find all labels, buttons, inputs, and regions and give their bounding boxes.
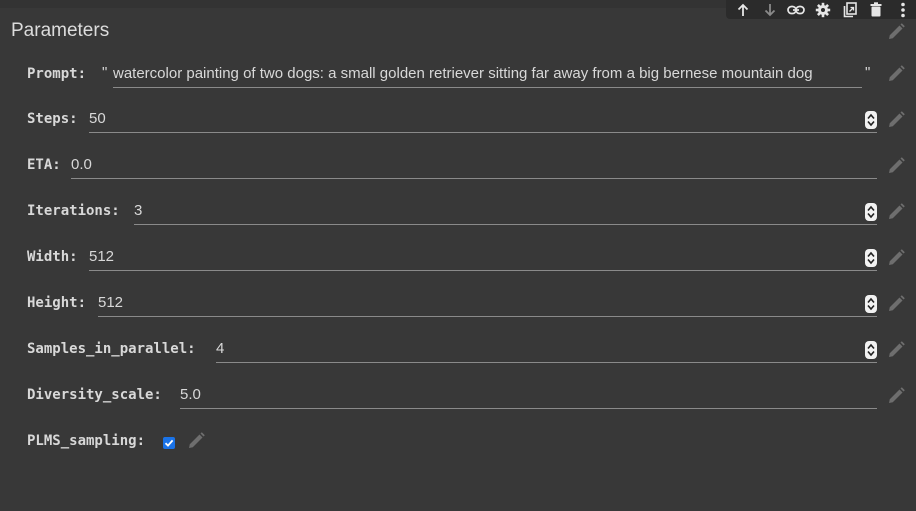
stepper-arrows-icon [867, 343, 875, 357]
iterations-field: Iterations: 3 [27, 198, 877, 226]
trash-icon [870, 2, 882, 17]
prompt-field: Prompt: " watercolor painting of two dog… [27, 61, 877, 89]
pencil-icon [889, 203, 905, 219]
arrow-down-icon [764, 3, 775, 16]
steps-input[interactable]: 50 [89, 106, 877, 133]
prompt-value: watercolor painting of two dogs: a small… [113, 65, 813, 82]
pencil-icon [889, 111, 905, 127]
height-label: Height: [27, 295, 87, 311]
samples-in-parallel-stepper[interactable] [865, 341, 877, 359]
samples-in-parallel-field: Samples_in_parallel: 4 [27, 336, 877, 364]
eta-input[interactable]: 0.0 [71, 152, 877, 179]
prompt-open-quote: " [102, 64, 108, 81]
pencil-icon [189, 432, 205, 448]
move-up-button[interactable] [730, 0, 757, 19]
pencil-icon [889, 157, 905, 173]
pencil-icon [889, 23, 905, 39]
iterations-input[interactable]: 3 [134, 198, 877, 225]
samples-in-parallel-input[interactable]: 4 [216, 336, 877, 363]
stepper-arrows-icon [867, 251, 875, 265]
more-actions-button[interactable] [889, 0, 916, 19]
diversity-scale-label: Diversity_scale: [27, 387, 162, 403]
width-field: Width: 512 [27, 244, 877, 272]
mirror-cell-button[interactable] [836, 0, 863, 19]
delete-cell-button[interactable] [863, 0, 890, 19]
width-label: Width: [27, 249, 78, 265]
iterations-label: Iterations: [27, 203, 120, 219]
cell-toolbar [726, 0, 916, 19]
edit-width-button[interactable] [886, 248, 906, 273]
move-down-button[interactable] [757, 0, 784, 19]
steps-stepper[interactable] [865, 111, 877, 129]
steps-label: Steps: [27, 111, 78, 127]
height-value: 512 [98, 294, 124, 311]
mirror-cell-icon [843, 1, 857, 17]
pencil-icon [889, 65, 905, 81]
edit-title-button[interactable] [886, 22, 906, 47]
prompt-close-quote: " [865, 64, 871, 81]
link-icon [787, 5, 806, 14]
plms-sampling-checkbox[interactable] [163, 437, 175, 449]
edit-diversity-scale-button[interactable] [886, 386, 906, 411]
diversity-scale-input[interactable]: 5.0 [180, 382, 877, 409]
steps-field: Steps: 50 [27, 106, 877, 134]
edit-prompt-button[interactable] [886, 64, 906, 89]
arrow-up-icon [738, 3, 749, 16]
pencil-icon [889, 387, 905, 403]
stepper-arrows-icon [867, 113, 875, 127]
stepper-arrows-icon [867, 205, 875, 219]
eta-field: ETA: 0.0 [27, 152, 877, 180]
height-field: Height: 512 [27, 290, 877, 318]
width-input[interactable]: 512 [89, 244, 877, 271]
steps-value: 50 [89, 110, 106, 127]
samples-in-parallel-label: Samples_in_parallel: [27, 341, 196, 357]
edit-eta-button[interactable] [886, 156, 906, 181]
iterations-value: 3 [134, 202, 143, 219]
diversity-scale-field: Diversity_scale: 5.0 [27, 382, 877, 410]
more-vert-icon [900, 2, 905, 17]
plms-sampling-label: PLMS_sampling: [27, 433, 146, 449]
edit-height-button[interactable] [886, 294, 906, 319]
pencil-icon [889, 295, 905, 311]
edit-samples-in-parallel-button[interactable] [886, 340, 906, 365]
gear-icon [815, 2, 831, 17]
stepper-arrows-icon [867, 297, 875, 311]
width-stepper[interactable] [865, 249, 877, 267]
edit-plms-sampling-button[interactable] [186, 431, 206, 456]
pencil-icon [889, 341, 905, 357]
edit-iterations-button[interactable] [886, 202, 906, 227]
eta-value: 0.0 [71, 156, 92, 173]
pencil-icon [889, 249, 905, 265]
prompt-label: Prompt: [27, 66, 87, 82]
eta-label: ETA: [27, 157, 61, 173]
checkmark-icon [164, 439, 174, 447]
copy-link-button[interactable] [783, 0, 810, 19]
height-input[interactable]: 512 [98, 290, 877, 317]
height-stepper[interactable] [865, 295, 877, 313]
iterations-stepper[interactable] [865, 203, 877, 221]
diversity-scale-value: 5.0 [180, 386, 201, 403]
cell-settings-button[interactable] [810, 0, 837, 19]
prompt-input[interactable]: watercolor painting of two dogs: a small… [113, 61, 862, 88]
edit-steps-button[interactable] [886, 110, 906, 135]
width-value: 512 [89, 248, 115, 265]
section-title: Parameters [11, 20, 110, 41]
samples-in-parallel-value: 4 [216, 340, 225, 357]
